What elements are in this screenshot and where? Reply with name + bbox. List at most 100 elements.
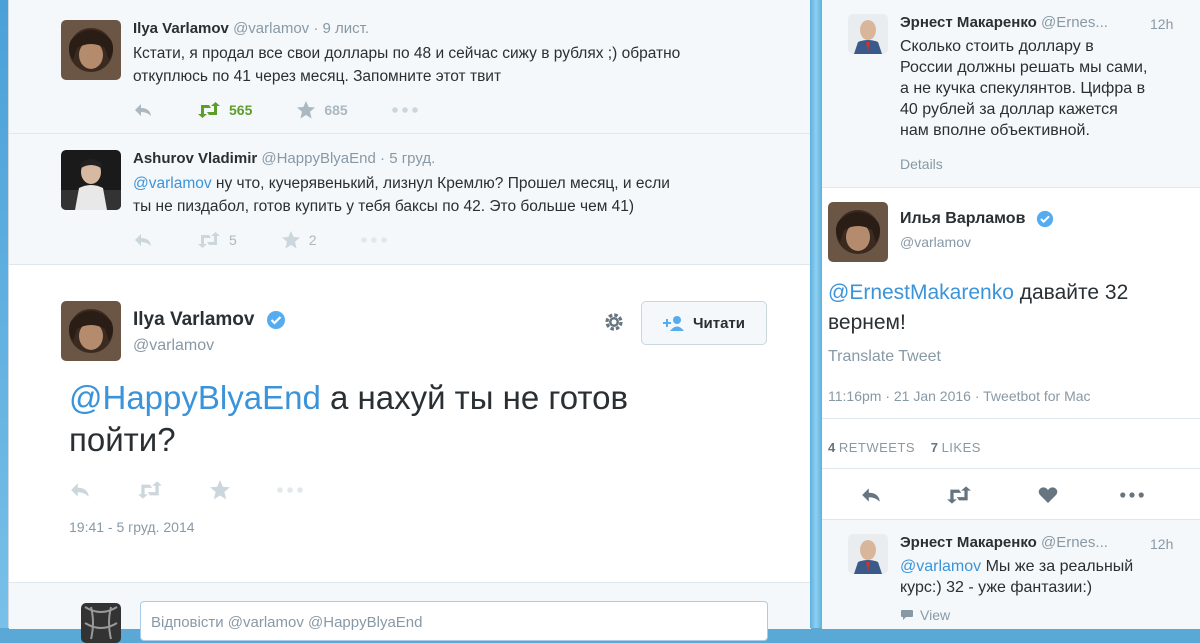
star-icon bbox=[281, 231, 300, 249]
tweet-detail-panel: Эрнест Макаренко @Ernes... 12h Сколько с… bbox=[822, 0, 1200, 629]
tweet-header: Ilya Varlamov @varlamov · 9 лист. bbox=[133, 20, 369, 37]
more-button[interactable] bbox=[277, 487, 303, 493]
tweet-header: Эрнест Макаренко @Ernes... bbox=[900, 14, 1108, 31]
avatar-ernest[interactable] bbox=[848, 534, 888, 574]
tweet-text-line: ты не пиздабол, готов купить у тебя бакс… bbox=[133, 198, 635, 215]
star-icon bbox=[210, 480, 230, 500]
follow-label: Читати bbox=[692, 314, 746, 332]
reply-icon[interactable] bbox=[860, 486, 882, 504]
tweet-time[interactable]: 12h bbox=[1150, 536, 1173, 552]
favorite-count: 2 bbox=[308, 232, 317, 248]
tweet-text-span: ну что, кучерявенький, лизнул Кремлю? Пр… bbox=[211, 175, 670, 192]
retweets-count[interactable]: 4 bbox=[828, 440, 835, 455]
author-name[interactable]: Ilya Varlamov bbox=[133, 309, 254, 330]
reply-button[interactable] bbox=[133, 232, 153, 248]
tweet-timestamp[interactable]: 19:41 - 5 груд. 2014 bbox=[69, 519, 195, 535]
author-name[interactable]: Ilya Varlamov bbox=[133, 20, 229, 37]
separator: · bbox=[313, 20, 319, 37]
author-line: Ilya Varlamov bbox=[133, 309, 286, 331]
author-handle[interactable]: @Ernes... bbox=[1041, 534, 1108, 551]
tweet-text-line: а не кучка спекулянтов. Цифра в bbox=[900, 80, 1146, 97]
view-conversation-link[interactable]: View bbox=[900, 607, 950, 623]
favorite-button[interactable]: 2 bbox=[281, 230, 317, 250]
more-button[interactable] bbox=[360, 237, 387, 243]
favorite-count: 685 bbox=[324, 102, 348, 118]
favorite-button[interactable] bbox=[209, 479, 231, 501]
conversation-panel: Ilya Varlamov @varlamov · 9 лист. Кстати… bbox=[8, 0, 812, 643]
tweet-ernest-reply[interactable]: Эрнест Макаренко @Ernes... 12h @varlamov… bbox=[822, 519, 1200, 629]
tweet-text-span: давайте 32 bbox=[1013, 281, 1129, 304]
follow-user-icon bbox=[662, 316, 684, 331]
verified-icon bbox=[266, 310, 285, 329]
author-line: Илья Варламов bbox=[900, 210, 1054, 228]
mention-link[interactable]: @varlamov bbox=[900, 558, 981, 575]
author-handle[interactable]: @varlamov bbox=[233, 20, 309, 37]
avatar-ilya[interactable] bbox=[61, 20, 121, 80]
details-link[interactable]: Details bbox=[900, 156, 943, 172]
gear-icon[interactable] bbox=[603, 311, 625, 333]
tweet-ashurov[interactable]: Ashurov Vladimir @HappyBlyaEnd · 5 груд.… bbox=[9, 134, 811, 265]
tweet-text: Кстати, я продал все свои доллары по 48 … bbox=[133, 42, 680, 88]
mention-link[interactable]: @HappyBlyaEnd bbox=[69, 379, 321, 416]
tweet-ilya-1[interactable]: Ilya Varlamov @varlamov · 9 лист. Кстати… bbox=[9, 0, 811, 134]
tweet-text: @HappyBlyaEnd а нахуй ты не готов пойти? bbox=[69, 377, 628, 461]
tweet-text-line: нам вполне объективной. bbox=[900, 122, 1090, 139]
author-name[interactable]: Ashurov Vladimir bbox=[133, 150, 257, 167]
avatar-ilya[interactable] bbox=[61, 301, 121, 361]
author-name[interactable]: Эрнест Макаренко bbox=[900, 14, 1037, 31]
tweet-text-line: откуплюсь по 41 через месяц. Запомните э… bbox=[133, 68, 502, 85]
author-name[interactable]: Илья Варламов bbox=[900, 210, 1025, 227]
more-icon bbox=[277, 487, 303, 493]
focused-tweet-right: Илья Варламов @varlamov @ErnestMakarenko… bbox=[822, 196, 1200, 516]
view-label: View bbox=[920, 607, 951, 623]
more-icon bbox=[360, 237, 387, 243]
avatar-ilya[interactable] bbox=[828, 202, 888, 262]
retweet-icon[interactable] bbox=[946, 486, 972, 504]
mention-link[interactable]: @varlamov bbox=[133, 175, 212, 192]
retweet-icon bbox=[198, 232, 220, 248]
panel-divider bbox=[810, 0, 822, 628]
divider bbox=[822, 418, 1200, 419]
author-name[interactable]: Эрнест Макаренко bbox=[900, 534, 1037, 551]
avatar-ashurov[interactable] bbox=[61, 150, 121, 210]
retweet-button[interactable]: 565 bbox=[197, 102, 252, 118]
speech-bubble-icon bbox=[901, 610, 913, 620]
tweet-time[interactable]: 12h bbox=[1150, 16, 1173, 32]
retweet-icon bbox=[138, 481, 162, 499]
tweet-date[interactable]: 9 лист. bbox=[323, 20, 370, 37]
reply-input[interactable]: Відповісти @varlamov @HappyBlyaEnd bbox=[140, 601, 768, 641]
current-user-avatar[interactable] bbox=[81, 603, 121, 643]
author-handle[interactable]: @varlamov bbox=[133, 337, 214, 355]
focused-tweet: Ilya Varlamov @varlamov Читати @HappyBly… bbox=[9, 265, 811, 583]
avatar-ernest[interactable] bbox=[848, 14, 888, 54]
likes-count[interactable]: 7 bbox=[931, 440, 938, 455]
heart-icon[interactable] bbox=[1038, 486, 1058, 504]
reply-button[interactable] bbox=[133, 102, 153, 118]
verified-icon bbox=[1036, 210, 1053, 228]
reply-button[interactable] bbox=[69, 481, 91, 499]
tweet-text-line: 40 рублей за доллар кажется bbox=[900, 101, 1118, 118]
more-button[interactable] bbox=[391, 107, 418, 113]
tweet-text-line: Сколько стоить доллару в bbox=[900, 38, 1094, 55]
favorite-button[interactable]: 685 bbox=[296, 100, 348, 120]
translate-link[interactable]: Translate Tweet bbox=[828, 348, 941, 366]
more-icon[interactable] bbox=[1120, 492, 1144, 498]
mention-link[interactable]: @ErnestMakarenko bbox=[828, 281, 1014, 304]
tweet-text-line: России должны решать мы сами, bbox=[900, 59, 1148, 76]
retweet-button[interactable]: 5 bbox=[197, 232, 237, 248]
follow-button[interactable]: Читати bbox=[641, 301, 767, 345]
retweets-label[interactable]: RETWEETS bbox=[839, 440, 915, 455]
tweet-text-span: Мы же за реальный bbox=[981, 558, 1134, 575]
author-handle[interactable]: @varlamov bbox=[900, 234, 971, 250]
likes-label[interactable]: LIKES bbox=[942, 440, 981, 455]
tweet-header: Эрнест Макаренко @Ernes... bbox=[900, 534, 1108, 551]
tweet-actions: 565 685 bbox=[133, 100, 462, 120]
tweet-meta[interactable]: 11:16pm · 21 Jan 2016 · Tweetbot for Mac bbox=[828, 388, 1091, 404]
retweet-button[interactable] bbox=[137, 481, 163, 499]
author-handle[interactable]: @Ernes... bbox=[1041, 14, 1108, 31]
tweet-ernest-top[interactable]: Эрнест Макаренко @Ernes... 12h Сколько с… bbox=[822, 0, 1200, 188]
tweet-date[interactable]: 5 груд. bbox=[389, 150, 435, 167]
reply-icon bbox=[135, 234, 151, 246]
author-handle[interactable]: @HappyBlyaEnd bbox=[261, 150, 375, 167]
tweet-text-line: курс:) 32 - уже фантазии:) bbox=[900, 579, 1093, 596]
